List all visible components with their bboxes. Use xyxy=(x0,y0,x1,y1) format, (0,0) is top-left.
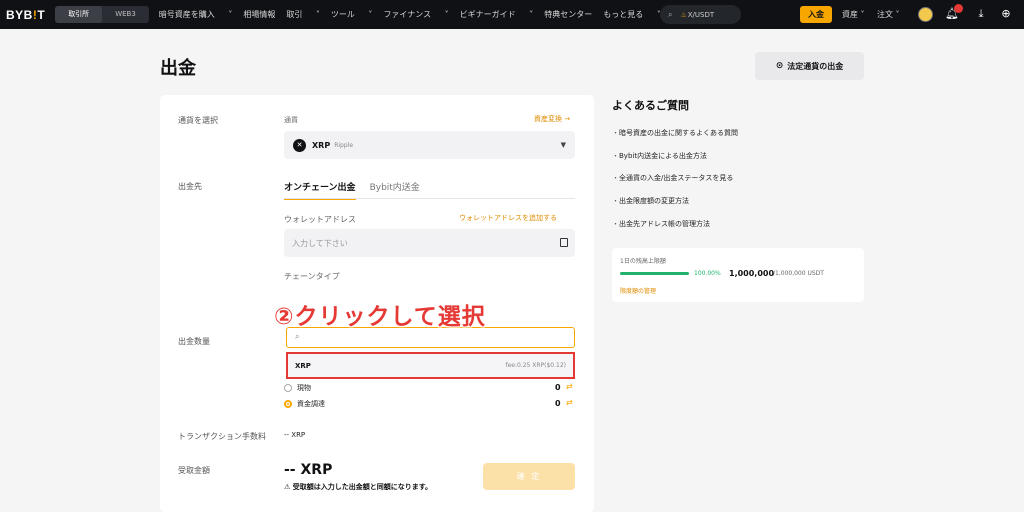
transfer-icon[interactable]: ⇄ xyxy=(566,382,573,391)
menu-rewards[interactable]: 特典センター xyxy=(544,9,592,20)
add-wallet-link[interactable]: ウォレットアドレスを追加する xyxy=(459,213,557,223)
destination-label: 出金先 xyxy=(178,182,202,191)
search-input[interactable]: ⌕ ♨ X/USDT xyxy=(660,5,741,24)
tab-onchain[interactable]: オンチェーン出金 xyxy=(284,180,356,200)
tab-internal-transfer[interactable]: Bybit内送金 xyxy=(370,180,420,200)
assets-menu[interactable]: 資産 ˅ xyxy=(842,9,865,20)
menu-more[interactable]: もっと見る ˅ xyxy=(603,9,661,20)
fiat-withdraw-button[interactable]: ⊙ 法定通貨の出金 xyxy=(755,52,864,80)
convert-link[interactable]: 資産変換 → xyxy=(534,114,570,124)
currency-name: Ripple xyxy=(334,141,354,149)
menu-tools[interactable]: ツール ˅ xyxy=(331,9,373,20)
wallet-address-label: ウォレットアドレス xyxy=(284,215,356,224)
orders-menu[interactable]: 注文 ˅ xyxy=(877,9,900,20)
faq-item[interactable]: 出金限度額の変更方法 xyxy=(612,196,689,206)
globe-icon[interactable]: ⊕ xyxy=(998,6,1014,22)
seg-exchange[interactable]: 取引所 xyxy=(55,6,103,23)
info-icon: ⚠︎ xyxy=(284,483,291,491)
radio-funding[interactable] xyxy=(284,400,292,408)
menu-finance[interactable]: ファイナンス ˅ xyxy=(383,9,448,20)
address-book-icon[interactable] xyxy=(560,238,568,247)
spot-amount: 0 xyxy=(555,383,561,392)
top-nav: BYB!T 取引所 WEB3 暗号資産を購入 ˅ 相場情報 取引 ˅ ツール ˅… xyxy=(0,0,1024,29)
chain-option-fee: fee:0.25 XRP($0.12) xyxy=(505,362,566,369)
limit-total: /1,000,000 USDT xyxy=(773,270,824,277)
search-hint: X/USDT xyxy=(687,10,715,19)
instruction-overlay: ②クリックして選択 xyxy=(274,304,486,331)
tab-divider xyxy=(284,198,575,199)
fiat-withdraw-label: 法定通貨の出金 xyxy=(787,61,844,71)
chevron-down-icon: ▼ xyxy=(560,141,566,149)
limit-manage-link[interactable]: 限度額の管理 xyxy=(620,286,656,295)
faq-item[interactable]: 全通貨の入金/出金ステータスを見る xyxy=(612,173,733,183)
receive-note: ⚠︎ 受取額は入力した出金額と同額になります。 xyxy=(284,483,433,491)
wallet-address-placeholder: 入力して下さい xyxy=(292,238,348,248)
limit-percent: 100.00% xyxy=(694,270,721,277)
currency-label: 通貨 xyxy=(284,116,298,124)
receive-label: 受取金額 xyxy=(178,466,210,475)
limit-progress-bar xyxy=(620,272,689,275)
currency-symbol: XRP xyxy=(312,140,331,150)
chain-option-xrp[interactable]: XRP fee:0.25 XRP($0.12) xyxy=(286,352,575,379)
withdraw-limit-card: 1日の残高上限額 100.00% 1,000,000 /1,000,000 US… xyxy=(612,248,864,302)
page-title: 出金 xyxy=(160,58,196,79)
limit-value: 1,000,000 xyxy=(729,269,775,278)
transfer-icon[interactable]: ⇄ xyxy=(566,398,573,407)
fee-label: トランザクション手数料 xyxy=(178,432,266,441)
faq-item[interactable]: 出金先アドレス帳の管理方法 xyxy=(612,219,710,229)
chain-type-label: チェーンタイプ xyxy=(284,272,340,281)
menu-beginner-guide[interactable]: ビギナーガイド ˅ xyxy=(460,9,534,20)
currency-select[interactable]: ✕ XRP Ripple ▼ xyxy=(284,131,575,159)
menu-markets[interactable]: 相場情報 xyxy=(243,9,275,20)
menu-trade[interactable]: 取引 ˅ xyxy=(286,9,320,20)
chain-option-name: XRP xyxy=(295,361,311,370)
withdraw-form: 通貨を選択 通貨 資産変換 → ✕ XRP Ripple ▼ 出金先 オンチェー… xyxy=(160,95,594,512)
funding-label: 資金調達 xyxy=(297,400,325,408)
bybit-logo[interactable]: BYB!T xyxy=(6,8,45,22)
search-icon: ⌕ xyxy=(295,332,300,341)
faq-item[interactable]: 暗号資産の出金に関するよくある質問 xyxy=(612,128,738,138)
receive-value: -- XRP xyxy=(284,462,333,478)
fire-icon: ♨ xyxy=(680,10,687,19)
deposit-button[interactable]: 入金 xyxy=(800,6,832,23)
main-menu: 暗号資産を購入 ˅ 相場情報 取引 ˅ ツール ˅ ファイナンス ˅ ビギナーガ… xyxy=(159,9,672,20)
platform-switch: 取引所 WEB3 xyxy=(55,6,149,23)
spot-label: 現物 xyxy=(297,384,311,392)
search-icon: ⌕ xyxy=(668,9,673,19)
menu-buy-crypto[interactable]: 暗号資産を購入 ˅ xyxy=(159,9,233,20)
amount-label: 出金数量 xyxy=(178,337,210,346)
faq-item[interactable]: Bybit内送金による出金方法 xyxy=(612,151,707,161)
wallet-address-input[interactable]: 入力して下さい xyxy=(284,229,575,257)
currency-icon: ⊙ xyxy=(775,61,784,71)
confirm-button[interactable]: 確 定 xyxy=(483,463,575,490)
funding-amount: 0 xyxy=(555,399,561,408)
faq-title: よくあるご質問 xyxy=(612,99,689,112)
fee-value: -- XRP xyxy=(284,431,306,439)
select-currency-label: 通貨を選択 xyxy=(178,116,218,125)
seg-web3[interactable]: WEB3 xyxy=(102,6,149,23)
withdraw-tabs: オンチェーン出金 Bybit内送金 xyxy=(284,180,420,200)
radio-spot[interactable] xyxy=(284,384,292,392)
download-icon[interactable]: ⤓ xyxy=(973,6,989,22)
notification-badge xyxy=(954,4,963,13)
xrp-icon: ✕ xyxy=(293,138,306,152)
limit-title: 1日の残高上限額 xyxy=(620,258,666,265)
avatar[interactable] xyxy=(918,7,933,22)
